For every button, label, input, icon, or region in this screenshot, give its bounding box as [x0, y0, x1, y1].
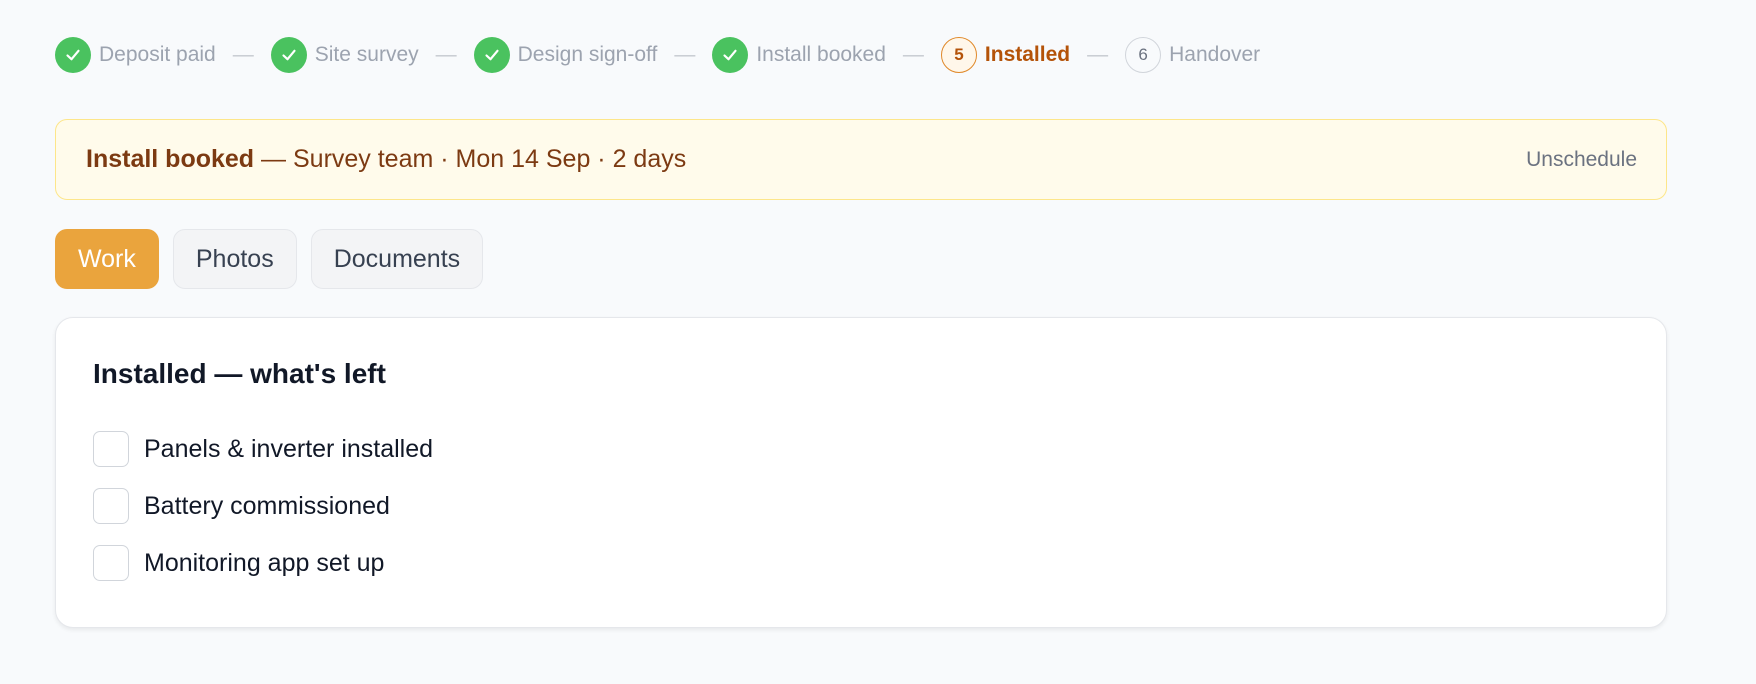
step-installed: 5 Installed [940, 36, 1071, 73]
checklist-item-monitoring[interactable]: Monitoring app set up [93, 545, 433, 581]
check-icon [270, 36, 307, 73]
banner-details: — Survey team · Mon 14 Sep · 2 days [254, 145, 687, 173]
work-card: Installed — what's left Panels & inverte… [55, 317, 1667, 628]
step-number-badge: 6 [1125, 36, 1162, 73]
step-separator: — [232, 42, 254, 66]
step-separator: — [902, 42, 924, 66]
step-handover: 6 Handover [1125, 36, 1261, 73]
tab-photos[interactable]: Photos [172, 229, 297, 289]
step-separator: — [674, 42, 696, 66]
step-label: Design sign-off [517, 42, 658, 66]
checkbox[interactable] [93, 431, 129, 467]
step-number-badge: 5 [940, 36, 977, 73]
step-label: Site survey [314, 42, 419, 66]
step-label: Install booked [756, 42, 886, 66]
checkbox[interactable] [93, 488, 129, 524]
step-label: Handover [1169, 42, 1261, 66]
banner-text: Install booked — Survey team · Mon 14 Se… [86, 145, 686, 174]
step-site-survey: Site survey [270, 36, 419, 73]
step-install-booked: Install booked [712, 36, 886, 73]
tab-documents[interactable]: Documents [310, 229, 484, 289]
checkbox[interactable] [93, 545, 129, 581]
checklist-item-battery[interactable]: Battery commissioned [93, 488, 433, 524]
card-title: Installed — what's left [93, 358, 386, 389]
check-icon [473, 36, 510, 73]
checklist-item-panels[interactable]: Panels & inverter installed [93, 431, 433, 467]
check-icon [55, 36, 91, 73]
schedule-banner: Install booked — Survey team · Mon 14 Se… [55, 119, 1667, 200]
step-design-sign-off: Design sign-off [473, 36, 658, 73]
tab-bar: Work Photos Documents [55, 229, 484, 289]
check-icon [712, 36, 749, 73]
progress-stepper: Deposit paid — Site survey — Design sign… [55, 36, 1260, 73]
step-separator: — [435, 42, 457, 66]
checklist-item-label: Monitoring app set up [144, 548, 385, 577]
checklist: Panels & inverter installed Battery comm… [93, 431, 433, 602]
unschedule-button[interactable]: Unschedule [1526, 148, 1637, 172]
step-deposit-paid: Deposit paid [55, 36, 216, 73]
tab-work[interactable]: Work [55, 229, 159, 289]
checklist-item-label: Battery commissioned [144, 491, 390, 520]
checklist-item-label: Panels & inverter installed [144, 434, 434, 463]
banner-title: Install booked [86, 145, 255, 173]
step-label: Deposit paid [99, 42, 216, 66]
step-separator: — [1087, 42, 1109, 66]
step-label: Installed [984, 42, 1071, 66]
